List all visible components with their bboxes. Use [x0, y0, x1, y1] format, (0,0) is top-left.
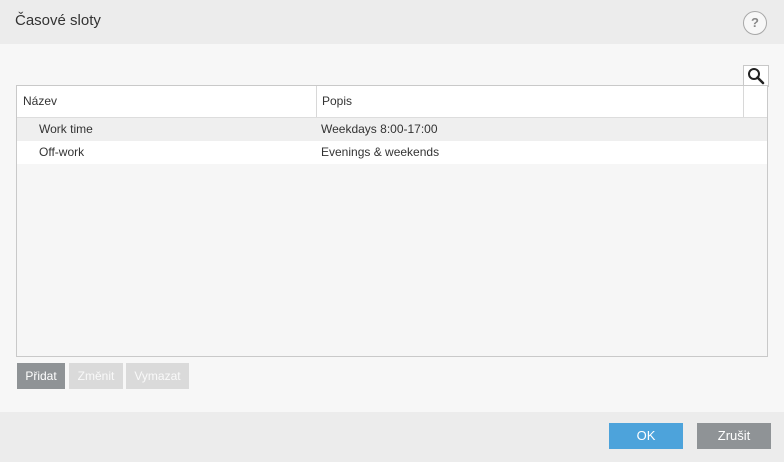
table-header: Název Popis — [17, 86, 767, 118]
question-circle-icon: ? — [751, 15, 759, 30]
cancel-button[interactable]: Zrušit — [697, 423, 771, 449]
time-slots-table: Název Popis Work time Weekdays 8:00-17:0… — [16, 85, 768, 357]
help-button[interactable]: ? — [743, 11, 767, 35]
ok-button[interactable]: OK — [609, 423, 683, 449]
row-description-cell: Evenings & weekends — [321, 145, 440, 159]
add-button[interactable]: Přidat — [17, 363, 65, 389]
column-header-name[interactable]: Název — [17, 86, 317, 117]
dialog-header: Časové sloty ? — [0, 0, 784, 44]
row-description-cell: Weekdays 8:00-17:00 — [321, 122, 438, 136]
row-name-cell: Off-work — [39, 145, 85, 159]
dialog-footer: OK Zrušit — [0, 412, 784, 462]
magnifier-icon — [748, 68, 765, 85]
dialog-title: Časové sloty — [15, 12, 101, 29]
search-button[interactable] — [743, 65, 769, 87]
row-name-cell: Work time — [39, 122, 93, 136]
time-slots-dialog: Časové sloty ? Název Popis Work time Wee… — [0, 0, 784, 462]
column-header-description[interactable]: Popis — [317, 86, 744, 117]
dialog-content: Název Popis Work time Weekdays 8:00-17:0… — [0, 44, 784, 412]
delete-button[interactable]: Vymazat — [126, 363, 189, 389]
table-row[interactable]: Work time Weekdays 8:00-17:00 — [17, 118, 767, 141]
table-row[interactable]: Off-work Evenings & weekends — [17, 141, 767, 164]
edit-button[interactable]: Změnit — [69, 363, 123, 389]
